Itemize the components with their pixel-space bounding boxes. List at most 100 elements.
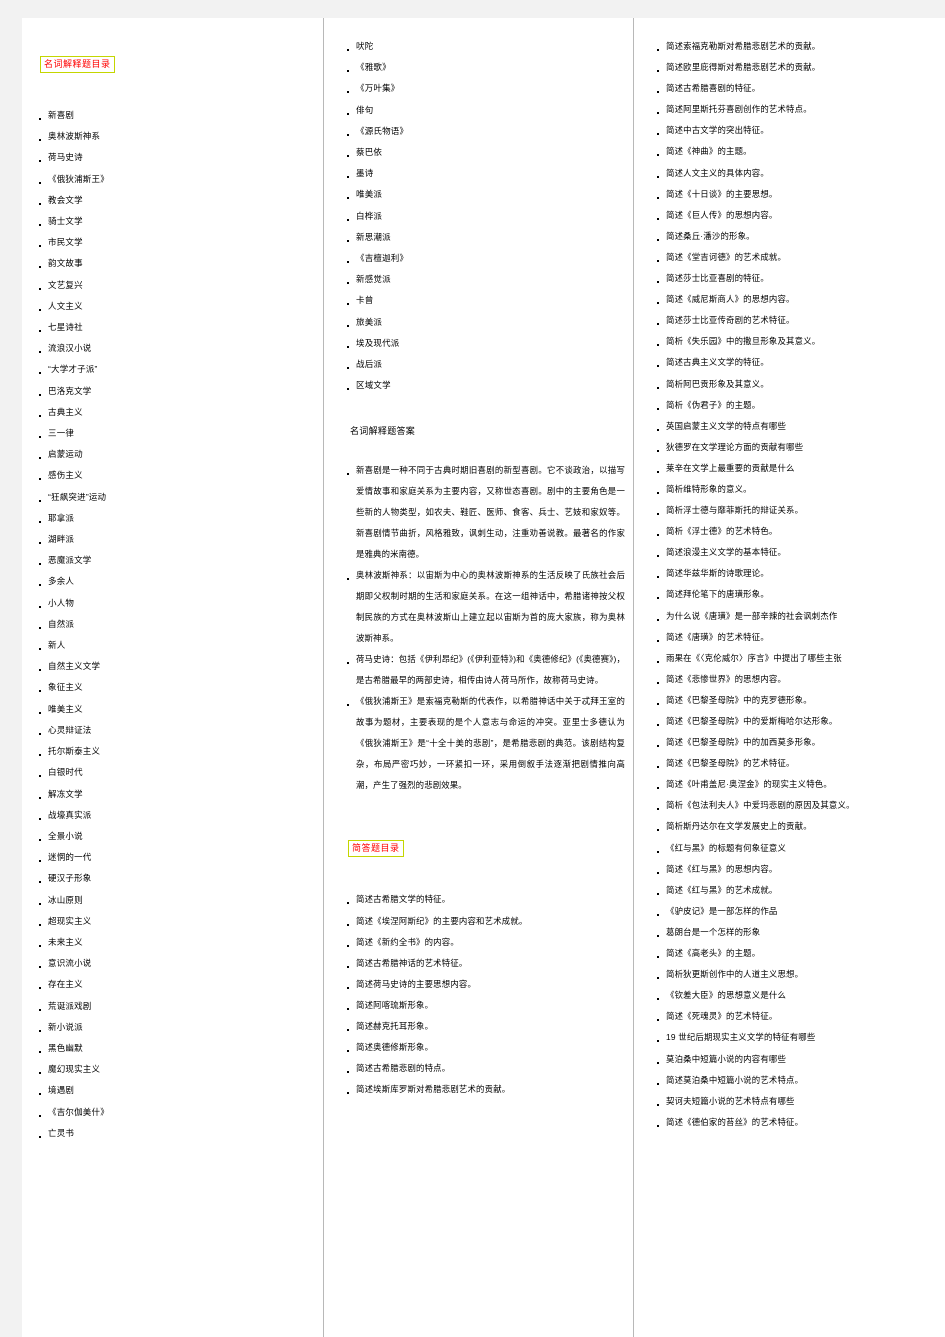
list-item[interactable]: 莫泊桑中短篇小说的内容有哪些 [648,1049,938,1070]
list-item[interactable]: 新思潮派 [338,227,625,248]
list-item[interactable]: 狄德罗在文学理论方面的贡献有哪些 [648,437,938,458]
list-item[interactable]: 为什么说《唐璜》是一部辛辣的社会讽刺杰作 [648,606,938,627]
list-item[interactable]: 存在主义 [30,974,313,995]
list-item[interactable]: 新人 [30,635,313,656]
list-item[interactable]: 市民文学 [30,232,313,253]
list-item[interactable]: 简述古希腊文学的特征。 [338,889,625,910]
list-item[interactable]: 简述华兹华斯的诗歌理论。 [648,563,938,584]
list-item[interactable]: 简析阿巴贡形象及其意义。 [648,374,938,395]
list-item[interactable]: 湖畔派 [30,529,313,550]
list-item[interactable]: 《源氏物语》 [338,121,625,142]
list-item[interactable]: 亡灵书 [30,1123,313,1144]
list-item[interactable]: 简述赫克托耳形象。 [338,1016,625,1037]
list-item[interactable]: 《红与黑》的标题有何象征意义 [648,838,938,859]
list-item[interactable]: 多余人 [30,571,313,592]
list-item[interactable]: 流浪汉小说 [30,338,313,359]
list-item[interactable]: 雨果在《〈克伦威尔〉序言》中提出了哪些主张 [648,648,938,669]
list-item[interactable]: 自然派 [30,614,313,635]
list-item[interactable]: 心灵辩证法 [30,720,313,741]
list-item[interactable]: 简析《伪君子》的主题。 [648,395,938,416]
list-item[interactable]: 简述莫泊桑中短篇小说的艺术特点。 [648,1070,938,1091]
list-item[interactable]: 简述莎士比亚喜剧的特征。 [648,268,938,289]
list-item[interactable]: 简述古希腊神话的艺术特征。 [338,953,625,974]
list-item[interactable]: 硬汉子形象 [30,868,313,889]
list-item[interactable]: 荷马史诗 [30,147,313,168]
list-item[interactable]: 新喜剧 [30,105,313,126]
list-item[interactable]: 境遇剧 [30,1080,313,1101]
list-item[interactable]: 奥林波斯神系 [30,126,313,147]
list-item[interactable]: 简述《红与黑》的思想内容。 [648,859,938,880]
list-item[interactable]: 小人物 [30,593,313,614]
list-item[interactable]: 简述《德伯家的苔丝》的艺术特征。 [648,1112,938,1133]
list-item[interactable]: 简述《威尼斯商人》的思想内容。 [648,289,938,310]
list-item[interactable]: 简述古典主义文学的特征。 [648,352,938,373]
list-item[interactable]: 意识流小说 [30,953,313,974]
list-item[interactable]: 《吉尔伽美什》 [30,1102,313,1123]
list-item[interactable]: 启蒙运动 [30,444,313,465]
list-item[interactable]: 简析斯丹达尔在文学发展史上的贡献。 [648,816,938,837]
list-item[interactable]: 简析维特形象的意义。 [648,479,938,500]
list-item[interactable]: 埃及现代派 [338,333,625,354]
list-item[interactable]: 简述古希腊喜剧的特征。 [648,78,938,99]
list-item[interactable]: 自然主义文学 [30,656,313,677]
list-item[interactable]: 区域文学 [338,375,625,396]
list-item[interactable]: 《吉檀迦利》 [338,248,625,269]
list-item[interactable]: 简述《死魂灵》的艺术特征。 [648,1006,938,1027]
list-item[interactable]: 简述浪漫主义文学的基本特征。 [648,542,938,563]
list-item[interactable]: 蔡巴依 [338,142,625,163]
list-item[interactable]: 巴洛克文学 [30,381,313,402]
list-item[interactable]: 魔幻现实主义 [30,1059,313,1080]
list-item[interactable]: 简述桑丘·潘沙的形象。 [648,226,938,247]
list-item[interactable]: 荒诞派戏剧 [30,996,313,1017]
list-item[interactable]: 简述埃斯库罗斯对希腊悲剧艺术的贡献。 [338,1079,625,1100]
list-item[interactable]: 战后派 [338,354,625,375]
list-item[interactable]: 骑士文学 [30,211,313,232]
list-item[interactable]: 全景小说 [30,826,313,847]
list-item[interactable]: 墨诗 [338,163,625,184]
list-item[interactable]: 简述《新约全书》的内容。 [338,932,625,953]
list-item[interactable]: 唯美派 [338,184,625,205]
list-item[interactable]: 简述阿里斯托芬喜剧创作的艺术特点。 [648,99,938,120]
list-item[interactable]: 新小说派 [30,1017,313,1038]
list-item[interactable]: 简述《叶甫盖尼·奥涅金》的现实主义特色。 [648,774,938,795]
list-item[interactable]: 简析浮士德与靡菲斯托的辩证关系。 [648,500,938,521]
list-item[interactable]: “狂飙突进”运动 [30,487,313,508]
list-item[interactable]: 吠陀 [338,36,625,57]
list-item[interactable]: 解冻文学 [30,784,313,805]
list-item[interactable]: 简述古希腊悲剧的特点。 [338,1058,625,1079]
list-item[interactable]: 简析《包法利夫人》中爱玛悲剧的原因及其意义。 [648,795,938,816]
list-item[interactable]: 简述《埃涅阿斯纪》的主要内容和艺术成就。 [338,911,625,932]
list-item[interactable]: 简述《高老头》的主题。 [648,943,938,964]
list-item[interactable]: 旅美派 [338,312,625,333]
list-item[interactable]: 战壕真实派 [30,805,313,826]
list-item[interactable]: 简述《红与黑》的艺术成就。 [648,880,938,901]
list-item[interactable]: 简述《神曲》的主题。 [648,141,938,162]
list-item[interactable]: 超现实主义 [30,911,313,932]
list-item[interactable]: 黑色幽默 [30,1038,313,1059]
list-item[interactable]: 简述拜伦笔下的唐璜形象。 [648,584,938,605]
list-item[interactable]: 韵文故事 [30,253,313,274]
list-item[interactable]: 简述阿喀琉斯形象。 [338,995,625,1016]
list-item[interactable]: 三一律 [30,423,313,444]
list-item[interactable]: 俳句 [338,100,625,121]
list-item[interactable]: 耶拿派 [30,508,313,529]
list-item[interactable]: 冰山原则 [30,890,313,911]
list-item[interactable]: 简述《巴黎圣母院》中的爱斯梅哈尔达形象。 [648,711,938,732]
list-item[interactable]: 《俄狄浦斯王》 [30,169,313,190]
list-item[interactable]: 简述奥德修斯形象。 [338,1037,625,1058]
list-item[interactable]: 卡曾 [338,290,625,311]
list-item[interactable]: 简述荷马史诗的主要思想内容。 [338,974,625,995]
list-item[interactable]: 唯美主义 [30,699,313,720]
list-item[interactable]: 简述《巴黎圣母院》的艺术特征。 [648,753,938,774]
list-item[interactable]: 古典主义 [30,402,313,423]
list-item[interactable]: 葛朗台是一个怎样的形象 [648,922,938,943]
list-item[interactable]: 简析狄更斯创作中的人道主义思想。 [648,964,938,985]
list-item[interactable]: 简述《巴黎圣母院》中的克罗德形象。 [648,690,938,711]
list-item[interactable]: 简述《十日谈》的主要思想。 [648,184,938,205]
list-item[interactable]: 英国启蒙主义文学的特点有哪些 [648,416,938,437]
list-item[interactable]: 19 世纪后期现实主义文学的特征有哪些 [648,1027,938,1048]
list-item[interactable]: 七星诗社 [30,317,313,338]
list-item[interactable]: 简述欧里庇得斯对希腊悲剧艺术的贡献。 [648,57,938,78]
list-item[interactable]: 迷惘的一代 [30,847,313,868]
list-item[interactable]: 教会文学 [30,190,313,211]
